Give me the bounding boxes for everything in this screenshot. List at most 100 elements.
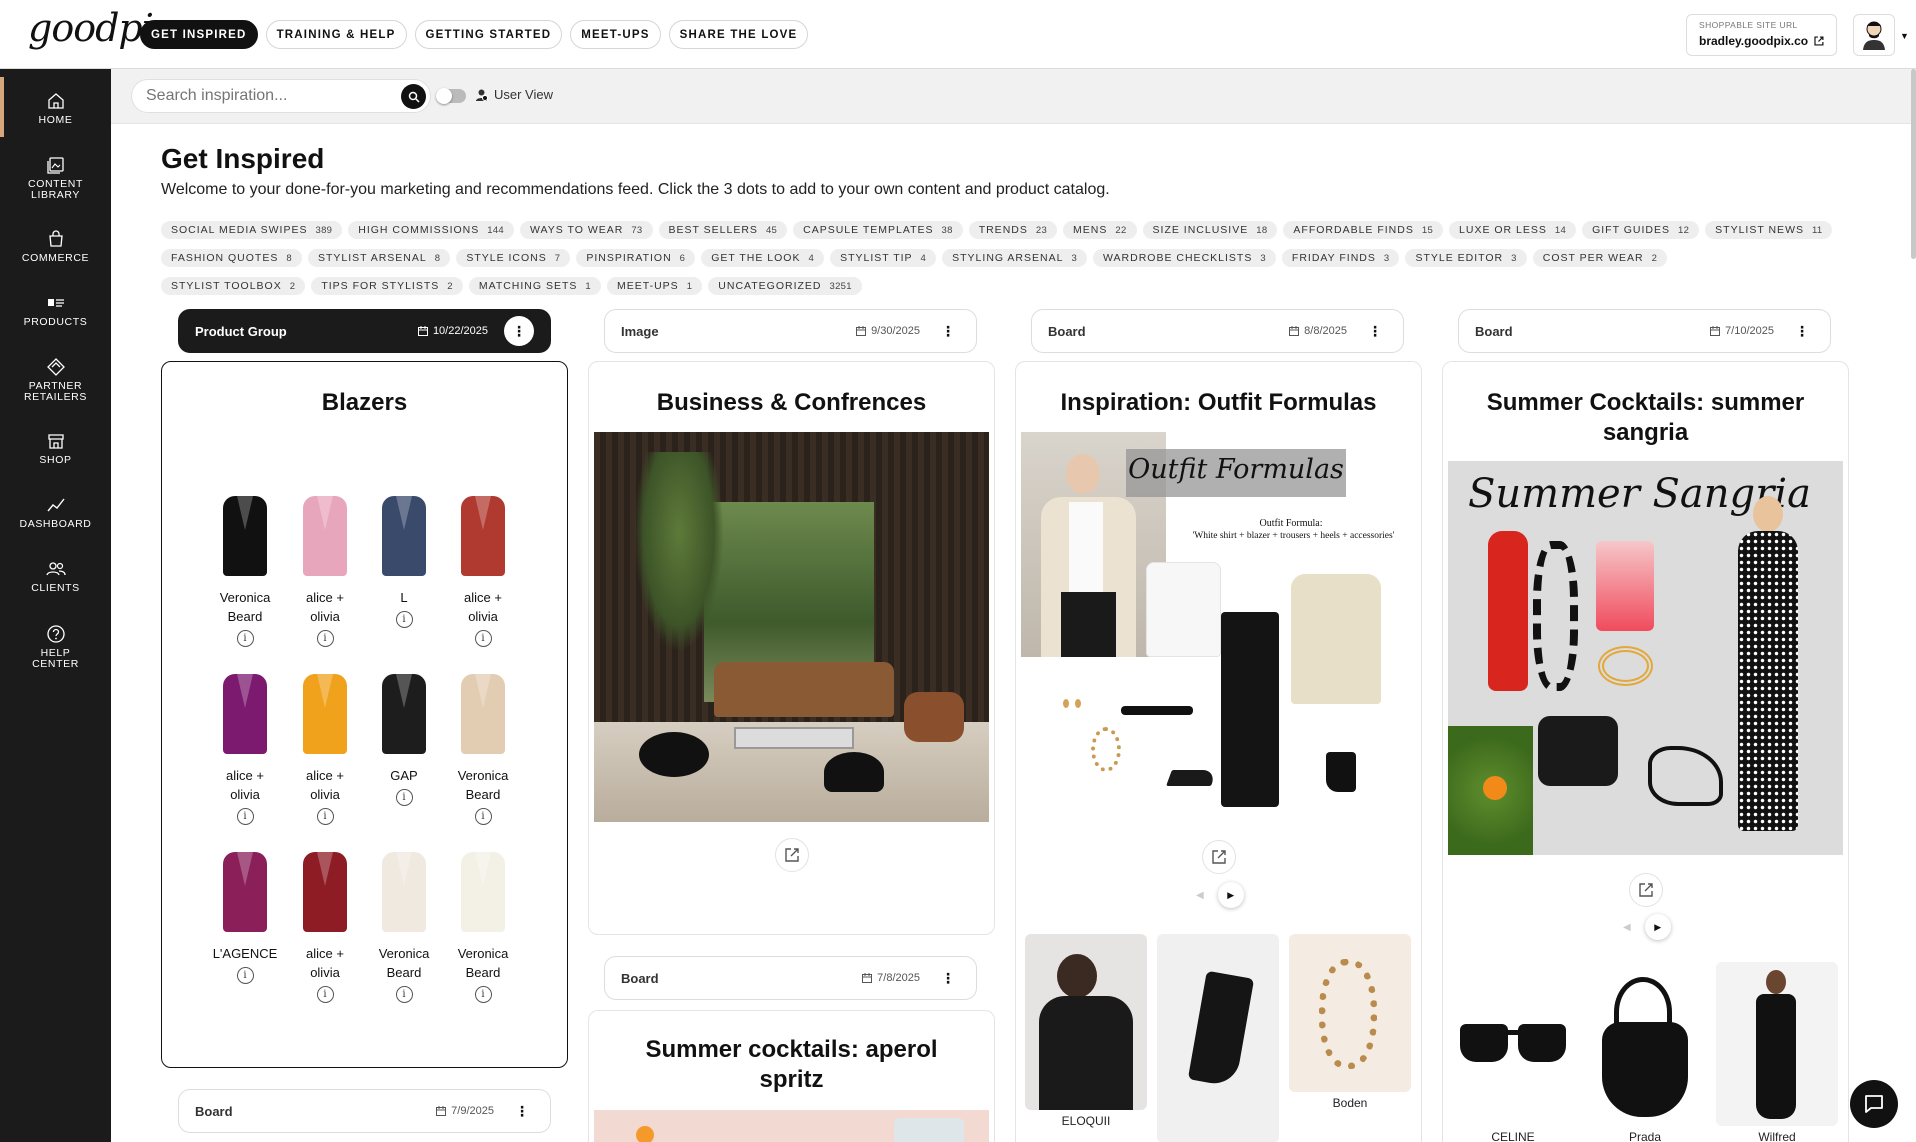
- info-icon[interactable]: i: [395, 789, 413, 806]
- product-tile[interactable]: alice + olivia i: [210, 670, 280, 825]
- nav-getting-started[interactable]: GETTING STARTED: [414, 20, 563, 49]
- product-tile[interactable]: CELINE: [1452, 962, 1574, 1142]
- product-tile[interactable]: alice + olivia i: [290, 848, 360, 1003]
- tag-chip[interactable]: BEST SELLERS 45: [658, 221, 788, 239]
- more-options-icon[interactable]: ⋮: [936, 966, 960, 990]
- chevron-right-icon[interactable]: ▶: [1644, 914, 1671, 940]
- info-icon[interactable]: i: [236, 630, 254, 647]
- sidebar-item-help-center[interactable]: HELP CENTER: [0, 624, 111, 670]
- tag-chip[interactable]: COST PER WEAR 2: [1532, 249, 1668, 267]
- info-icon[interactable]: i: [474, 986, 492, 1003]
- info-icon[interactable]: i: [395, 611, 413, 628]
- more-options-icon[interactable]: ⋮: [936, 319, 960, 343]
- product-tile[interactable]: Prada: [1584, 962, 1706, 1142]
- tag-chip[interactable]: LUXE OR LESS 14: [1449, 221, 1577, 239]
- chevron-down-icon[interactable]: ▼: [1900, 31, 1909, 41]
- sidebar-item-partner-retailers[interactable]: PARTNER RETAILERS: [0, 357, 111, 403]
- sidebar-item-shop[interactable]: SHOP: [0, 431, 111, 466]
- user-view-toggle[interactable]: [436, 88, 466, 104]
- info-icon[interactable]: i: [474, 630, 492, 647]
- tag-chip[interactable]: STYLE ICONS 7: [456, 249, 571, 267]
- page-scrollbar[interactable]: [1911, 69, 1916, 259]
- image-card[interactable]: Business & Confrences: [588, 361, 995, 935]
- tag-chip[interactable]: UNCATEGORIZED 3251: [708, 277, 862, 295]
- open-external-button[interactable]: [1629, 873, 1663, 907]
- tag-chip[interactable]: STYLIST NEWS 11: [1705, 221, 1833, 239]
- tag-chip[interactable]: FASHION QUOTES 8: [161, 249, 302, 267]
- more-options-icon[interactable]: ⋮: [1790, 319, 1814, 343]
- tag-chip[interactable]: STYLIST TOOLBOX 2: [161, 277, 306, 295]
- chevron-left-icon[interactable]: ◀: [1196, 890, 1204, 901]
- tag-chip[interactable]: STYLIST TIP 4: [830, 249, 937, 267]
- info-icon[interactable]: i: [236, 967, 254, 984]
- product-tile[interactable]: Veronica Beard i: [448, 670, 518, 825]
- search-button[interactable]: [401, 84, 426, 109]
- product-tile[interactable]: Veronica Beard i: [369, 848, 439, 1003]
- tag-chip[interactable]: SOCIAL MEDIA SWIPES 389: [161, 221, 343, 239]
- info-icon[interactable]: i: [316, 808, 334, 825]
- product-tile[interactable]: Veronica Beard i: [210, 492, 280, 647]
- product-tile[interactable]: alice + olivia i: [448, 492, 518, 647]
- info-icon[interactable]: i: [316, 630, 334, 647]
- tag-chip[interactable]: GET THE LOOK 4: [701, 249, 825, 267]
- search-input[interactable]: [146, 87, 386, 105]
- product-tile[interactable]: Li: [369, 492, 439, 628]
- open-external-button[interactable]: [775, 838, 809, 872]
- tag-chip[interactable]: FRIDAY FINDS 3: [1281, 249, 1400, 267]
- tag-chip[interactable]: WAYS TO WEAR 73: [520, 221, 653, 239]
- nav-meet-ups[interactable]: MEET-UPS: [570, 20, 661, 49]
- board-card[interactable]: Summer Cocktails: summer sangria Summer …: [1442, 361, 1849, 1142]
- product-tile[interactable]: [1157, 934, 1279, 1142]
- sidebar-item-products[interactable]: PRODUCTS: [0, 293, 111, 328]
- site-url-box[interactable]: SHOPPABLE SITE URL bradley.goodpix.co: [1686, 14, 1837, 56]
- card-header[interactable]: Board 7/9/2025 ⋮: [178, 1089, 551, 1133]
- more-options-icon[interactable]: ⋮: [510, 1099, 534, 1123]
- tag-chip[interactable]: HIGH COMMISSIONS 144: [348, 221, 515, 239]
- nav-get-inspired[interactable]: GET INSPIRED: [140, 20, 258, 49]
- tag-chip[interactable]: MEET-UPS 1: [607, 277, 703, 295]
- tag-chip[interactable]: MATCHING SETS 1: [468, 277, 601, 295]
- sidebar-item-dashboard[interactable]: DASHBOARD: [0, 495, 111, 530]
- tag-chip[interactable]: WARDROBE CHECKLISTS 3: [1093, 249, 1276, 267]
- external-link-icon[interactable]: [1814, 36, 1824, 46]
- chevron-right-icon[interactable]: ▶: [1217, 882, 1244, 908]
- tag-chip[interactable]: STYLE EDITOR 3: [1405, 249, 1527, 267]
- tag-chip[interactable]: AFFORDABLE FINDS 15: [1283, 221, 1444, 239]
- card-header[interactable]: Board 7/10/2025 ⋮: [1458, 309, 1831, 353]
- product-tile[interactable]: alice + olivia i: [290, 670, 360, 825]
- sidebar-item-content-library[interactable]: CONTENT LIBRARY: [0, 155, 111, 201]
- tag-chip[interactable]: CAPSULE TEMPLATES 38: [793, 221, 963, 239]
- tag-chip[interactable]: STYLING ARSENAL 3: [942, 249, 1088, 267]
- user-avatar[interactable]: [1853, 14, 1895, 56]
- card-header[interactable]: Image 9/30/2025 ⋮: [604, 309, 977, 353]
- tag-chip[interactable]: PINSPIRATION 6: [576, 249, 696, 267]
- info-icon[interactable]: i: [395, 986, 413, 1003]
- open-external-button[interactable]: [1202, 840, 1236, 874]
- sidebar-item-commerce[interactable]: COMMERCE: [0, 229, 111, 264]
- tag-chip[interactable]: MENS 22: [1063, 221, 1137, 239]
- sidebar-item-home[interactable]: HOME: [0, 77, 111, 137]
- info-icon[interactable]: i: [236, 808, 254, 825]
- sidebar-item-clients[interactable]: CLIENTS: [0, 559, 111, 594]
- tag-chip[interactable]: GIFT GUIDES 12: [1582, 221, 1700, 239]
- site-url-value[interactable]: bradley.goodpix.co: [1699, 34, 1808, 48]
- product-tile[interactable]: Wilfred: [1716, 962, 1838, 1142]
- product-tile[interactable]: L'AGENCE i: [210, 848, 280, 984]
- card-header[interactable]: Product Group 10/22/2025 ⋮: [178, 309, 551, 353]
- board-card[interactable]: Summer cocktails: aperol spritz: [588, 1010, 995, 1142]
- more-options-icon[interactable]: ⋮: [1363, 319, 1387, 343]
- product-tile[interactable]: GAP i: [369, 670, 439, 806]
- card-header[interactable]: Board 7/8/2025 ⋮: [604, 956, 977, 1000]
- product-tile[interactable]: Veronica Beard i: [448, 848, 518, 1003]
- tag-chip[interactable]: STYLIST ARSENAL 8: [307, 249, 451, 267]
- product-tile[interactable]: ELOQUII: [1025, 934, 1147, 1128]
- product-tile[interactable]: Boden: [1289, 934, 1411, 1110]
- chat-button[interactable]: [1850, 1080, 1898, 1128]
- chevron-left-icon[interactable]: ◀: [1623, 922, 1631, 933]
- card-header[interactable]: Board 8/8/2025 ⋮: [1031, 309, 1404, 353]
- info-icon[interactable]: i: [474, 808, 492, 825]
- nav-training-help[interactable]: TRAINING & HELP: [265, 20, 407, 49]
- more-options-icon[interactable]: ⋮: [504, 316, 534, 346]
- tag-chip[interactable]: TIPS FOR STYLISTS 2: [311, 277, 463, 295]
- tag-chip[interactable]: TRENDS 23: [968, 221, 1058, 239]
